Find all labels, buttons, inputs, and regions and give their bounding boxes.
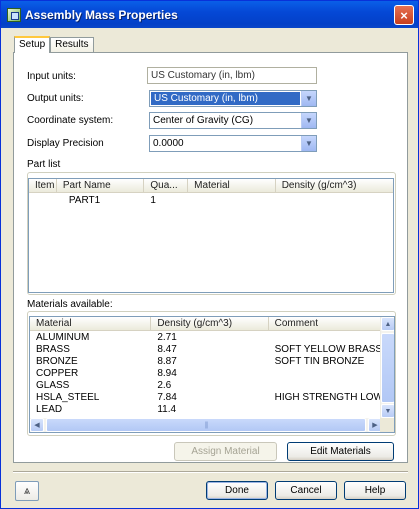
cell-comment (269, 368, 380, 380)
app-icon (7, 7, 21, 22)
input-units-label: Input units: (27, 71, 76, 82)
col-density[interactable]: Density (g/cm^3) (151, 317, 269, 331)
cell-material: BRASS (36, 344, 70, 355)
assign-material-button[interactable]: Assign Material (174, 442, 277, 461)
materials-available-label: Materials available: (27, 299, 113, 310)
cell-density: 8.94 (157, 368, 177, 379)
cell-material: BRONZE (36, 356, 78, 367)
collapse-icon[interactable]: ⩓ (15, 481, 39, 501)
horizontal-scroll-thumb[interactable]: ||| (46, 418, 366, 432)
cell-density: 8.87 (157, 356, 177, 367)
output-units-select[interactable]: US Customary (in, lbm) ▼ (149, 90, 317, 107)
cancel-button[interactable]: Cancel (275, 481, 337, 500)
assembly-mass-properties-dialog: Assembly Mass Properties × Setup Results… (0, 0, 419, 509)
close-button[interactable]: × (394, 5, 414, 25)
scroll-left-icon[interactable]: ◀ (30, 418, 44, 432)
col-item[interactable]: Item (29, 179, 57, 193)
cell-density: 7.84 (157, 392, 177, 403)
cell-density: 8.47 (157, 344, 177, 355)
scroll-down-icon[interactable]: ▼ (381, 404, 394, 418)
part-list-header: Item Part Name Qua... Material Density (… (29, 179, 393, 193)
cell-comment: HIGH STRENGTH LOW (274, 392, 380, 403)
materials-vertical-scrollbar[interactable]: ▲ ▼ (380, 317, 394, 418)
cell-comment (269, 380, 380, 392)
chevron-down-icon[interactable]: ▼ (301, 136, 316, 151)
cell-item (29, 195, 57, 207)
col-material[interactable]: Material (188, 179, 276, 193)
help-button[interactable]: Help (344, 481, 406, 500)
coordinate-system-value: Center of Gravity (CG) (153, 115, 254, 126)
cell-material: GLASS (36, 380, 70, 391)
input-units-field: US Customary (in, lbm) (147, 67, 317, 84)
col-quantity[interactable]: Qua... (144, 179, 189, 193)
tab-strip: Setup Results (14, 36, 94, 53)
table-row[interactable]: HSLA_STEEL 7.84 HIGH STRENGTH LOW (30, 392, 380, 404)
display-precision-select[interactable]: 0.0000 ▼ (149, 135, 317, 152)
col-part-name[interactable]: Part Name (57, 179, 145, 193)
table-row[interactable]: BRONZE 8.87 SOFT TIN BRONZE (30, 356, 380, 368)
cell-comment (269, 404, 380, 416)
scrollbar-corner (380, 418, 394, 432)
window-title: Assembly Mass Properties (25, 7, 178, 22)
edit-materials-button[interactable]: Edit Materials (287, 442, 394, 461)
cell-density: 2.6 (157, 380, 172, 391)
cell-material: COPPER (36, 368, 79, 379)
part-list-table[interactable]: Item Part Name Qua... Material Density (… (28, 178, 394, 293)
table-row[interactable]: BRASS 8.47 SOFT YELLOW BRASS (30, 344, 380, 356)
materials-body: ALUMINUM 2.71 BRASS 8.47 SOFT YELLOW BRA… (30, 332, 380, 416)
chevron-down-icon[interactable]: ▼ (301, 91, 316, 106)
table-row[interactable]: PART1 1 (29, 195, 393, 207)
col-comment[interactable]: Comment (269, 317, 380, 331)
materials-table[interactable]: Material Density (g/cm^3) Comment ALUMIN… (29, 316, 395, 433)
tab-results[interactable]: Results (50, 37, 94, 52)
cell-material: ALUMINUM (36, 332, 90, 343)
cell-comment: SOFT TIN BRONZE (274, 356, 365, 367)
cell-density: 2.71 (157, 332, 177, 343)
output-units-label: Output units: (27, 93, 84, 104)
cell-part-name: PART1 (68, 195, 101, 206)
table-row[interactable]: LEAD 11.4 (30, 404, 380, 416)
cell-comment: SOFT YELLOW BRASS (274, 344, 380, 355)
cell-quantity: 1 (150, 195, 156, 206)
table-row[interactable]: GLASS 2.6 (30, 380, 380, 392)
cell-material (188, 195, 276, 207)
grip-icon: ||| (204, 421, 209, 429)
title-bar[interactable]: Assembly Mass Properties × (1, 1, 418, 28)
materials-header: Material Density (g/cm^3) Comment (30, 317, 380, 331)
part-list-label: Part list (27, 159, 61, 170)
display-precision-value: 0.0000 (153, 138, 184, 149)
coordinate-system-label: Coordinate system: (27, 115, 114, 126)
scroll-up-icon[interactable]: ▲ (381, 317, 394, 331)
cell-material: HSLA_STEEL (36, 392, 100, 403)
output-units-value: US Customary (in, lbm) (151, 92, 300, 105)
col-density[interactable]: Density (g/cm^3) (276, 179, 393, 193)
table-row[interactable]: COPPER 8.94 (30, 368, 380, 380)
cell-material: LEAD (36, 404, 63, 415)
vertical-scroll-thumb[interactable] (381, 333, 394, 403)
col-material[interactable]: Material (30, 317, 152, 331)
cell-density: 11.4 (157, 404, 177, 415)
materials-horizontal-scrollbar[interactable]: ◀ ||| ▶ (30, 418, 382, 432)
cell-density (276, 195, 393, 207)
chevron-down-icon[interactable]: ▼ (301, 113, 316, 128)
separator (13, 471, 408, 473)
coordinate-system-select[interactable]: Center of Gravity (CG) ▼ (149, 112, 317, 129)
table-row[interactable]: ALUMINUM 2.71 (30, 332, 380, 344)
cell-comment (269, 332, 380, 344)
part-list-body: PART1 1 (29, 195, 393, 207)
setup-panel: Input units: US Customary (in, lbm) Outp… (13, 52, 408, 463)
done-button[interactable]: Done (206, 481, 268, 500)
display-precision-label: Display Precision (27, 138, 104, 149)
tab-setup[interactable]: Setup (14, 36, 51, 53)
